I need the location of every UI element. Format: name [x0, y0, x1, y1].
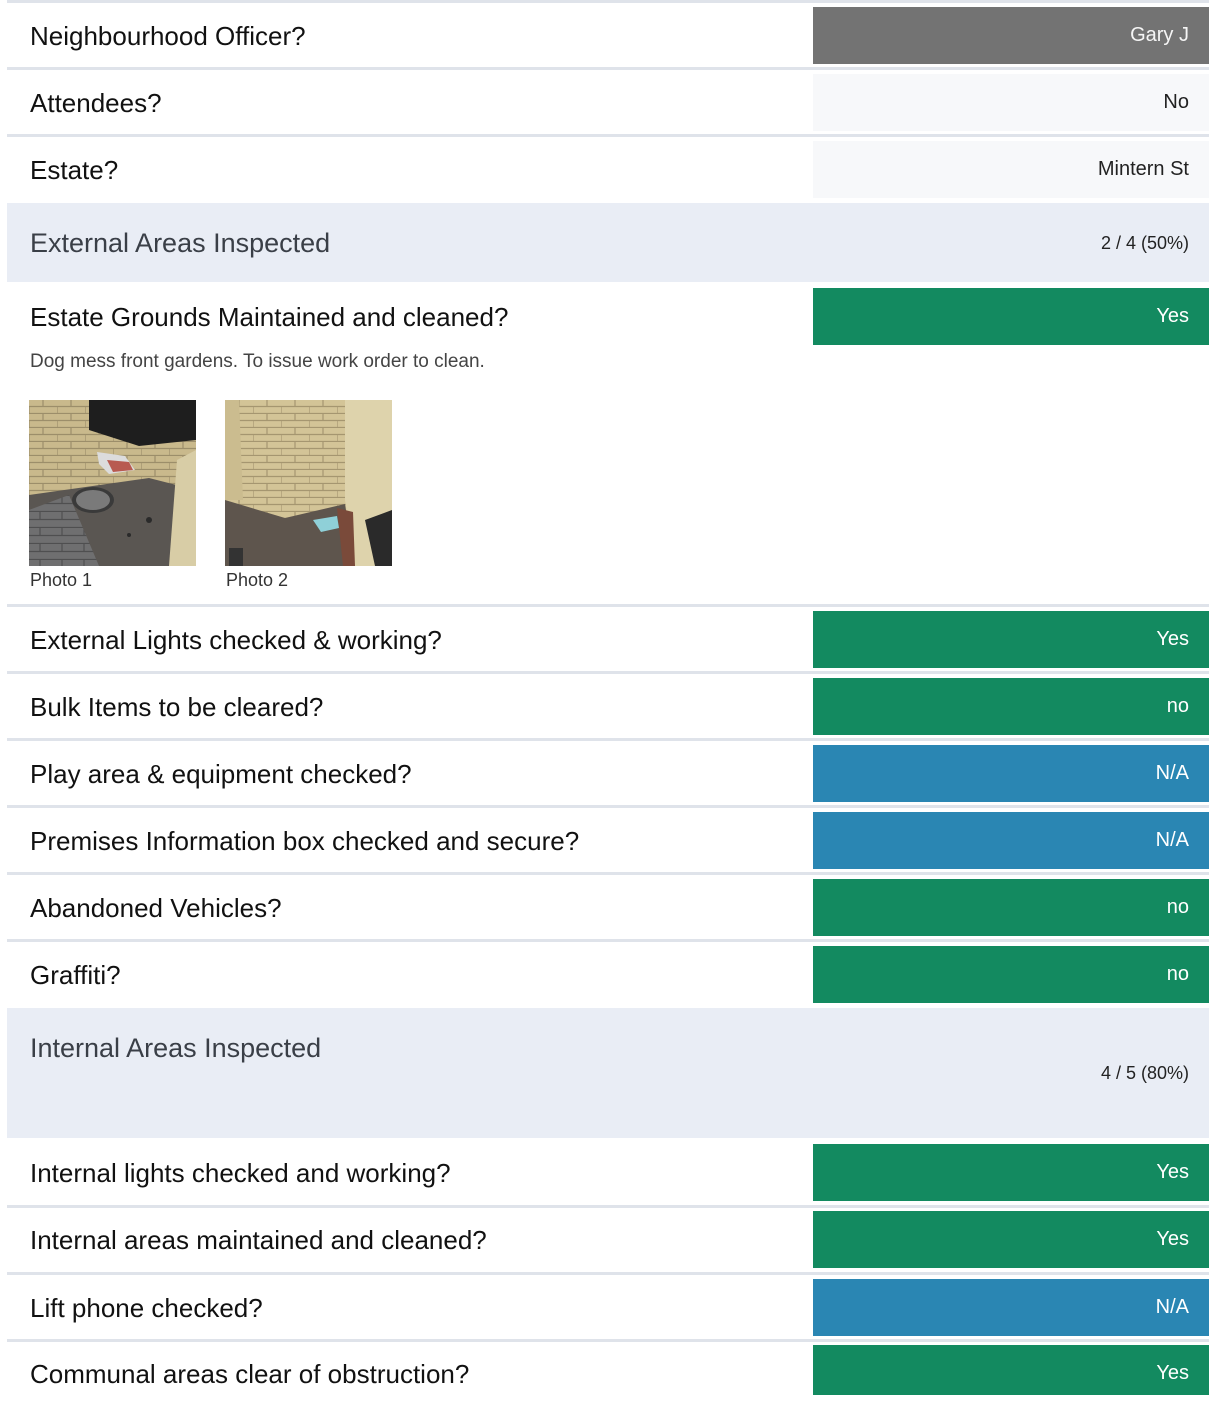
- answer-premises-info-box: N/A: [813, 812, 1209, 869]
- row-abandoned-vehicles: Abandoned Vehicles? no: [7, 875, 1209, 939]
- question-label: Play area & equipment checked?: [30, 759, 412, 789]
- photo-thumbnail[interactable]: [225, 400, 392, 566]
- answer-estate-grounds: Yes: [813, 288, 1209, 345]
- photo-image: [29, 400, 196, 566]
- row-graffiti: Graffiti? no: [7, 942, 1209, 1006]
- row-external-lights: External Lights checked & working? Yes: [7, 607, 1209, 671]
- answer-graffiti: no: [813, 946, 1209, 1003]
- row-premises-info-box: Premises Information box checked and sec…: [7, 808, 1209, 872]
- question-label: Estate?: [30, 155, 119, 185]
- row-internal-lights: Internal lights checked and working? Yes: [7, 1141, 1209, 1205]
- section-title: External Areas Inspected: [30, 228, 331, 258]
- section-score: 4 / 5 (80%): [1100, 1063, 1189, 1083]
- section-internal-areas: Internal Areas Inspected 4 / 5 (80%): [7, 1008, 1209, 1138]
- photo-image: [225, 400, 392, 566]
- question-label: Attendees?: [30, 88, 162, 118]
- question-label: Communal areas clear of obstruction?: [30, 1359, 470, 1389]
- question-label: Internal areas maintained and cleaned?: [30, 1225, 487, 1255]
- question-label: Neighbourhood Officer?: [30, 21, 306, 51]
- question-label: Internal lights checked and working?: [30, 1158, 451, 1188]
- answer-internal-lights: Yes: [813, 1144, 1209, 1201]
- inspection-note: Dog mess front gardens. To issue work or…: [30, 351, 485, 372]
- row-bulk-items: Bulk Items to be cleared? no: [7, 674, 1209, 738]
- section-external-areas: External Areas Inspected 2 / 4 (50%): [7, 203, 1209, 282]
- question-label: Graffiti?: [30, 960, 121, 990]
- section-score: 2 / 4 (50%): [1100, 233, 1189, 253]
- row-attendees: Attendees? No: [7, 70, 1209, 134]
- row-neighbourhood-officer: Neighbourhood Officer? Gary J: [7, 3, 1209, 67]
- answer-bulk-items: no: [813, 678, 1209, 735]
- answer-play-area: N/A: [813, 745, 1209, 802]
- photo-caption: Photo 2: [226, 570, 289, 590]
- answer-communal-areas: Yes: [813, 1345, 1209, 1395]
- answer-attendees: No: [813, 74, 1209, 131]
- row-estate-grounds: Estate Grounds Maintained and cleaned? Y…: [7, 285, 1209, 349]
- question-label: Abandoned Vehicles?: [30, 893, 282, 923]
- row-internal-areas-cleaned: Internal areas maintained and cleaned? Y…: [7, 1208, 1209, 1272]
- answer-internal-areas-cleaned: Yes: [813, 1211, 1209, 1268]
- answer-lift-phone: N/A: [813, 1279, 1209, 1336]
- question-label: Lift phone checked?: [30, 1293, 263, 1323]
- photo-caption: Photo 1: [30, 570, 93, 590]
- section-title: Internal Areas Inspected: [30, 1033, 322, 1063]
- row-lift-phone: Lift phone checked? N/A: [7, 1275, 1209, 1339]
- row-play-area: Play area & equipment checked? N/A: [7, 741, 1209, 805]
- question-label: Estate Grounds Maintained and cleaned?: [30, 302, 509, 332]
- answer-abandoned-vehicles: no: [813, 879, 1209, 936]
- answer-officer: Gary J: [813, 7, 1209, 64]
- answer-external-lights: Yes: [813, 611, 1209, 668]
- row-estate: Estate? Mintern St: [7, 137, 1209, 201]
- photo-thumbnail[interactable]: [29, 400, 196, 566]
- answer-estate: Mintern St: [813, 141, 1209, 198]
- question-label: External Lights checked & working?: [30, 625, 442, 655]
- row-communal-areas: Communal areas clear of obstruction? Yes: [7, 1342, 1209, 1395]
- question-label: Premises Information box checked and sec…: [30, 826, 580, 856]
- question-label: Bulk Items to be cleared?: [30, 692, 324, 722]
